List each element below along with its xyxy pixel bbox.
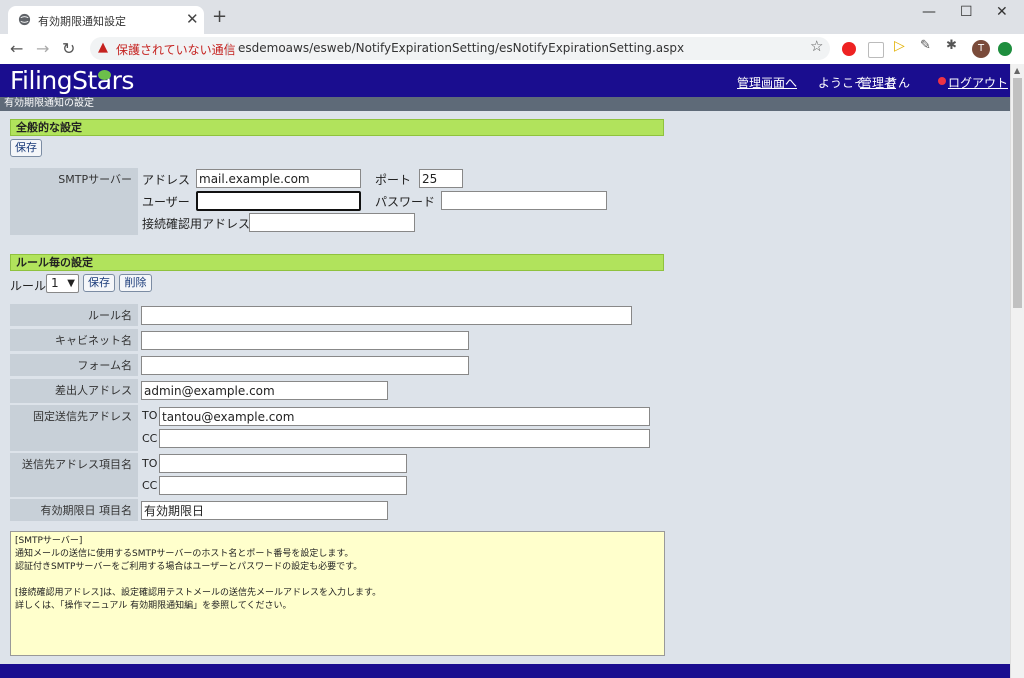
rule-label: ルール [10,279,47,293]
general-section-title: 全般的な設定 [10,119,664,136]
url-text: esdemoaws/esweb/NotifyExpirationSetting/… [238,41,685,55]
insecure-label: 保護されていない通信 [116,43,236,57]
help-line: 通知メールの送信に使用するSMTPサーバーのホスト名とポート番号を設定します。 [15,549,354,559]
page-scrollbar[interactable]: ▲ [1010,64,1024,678]
password-label: パスワード [375,195,436,209]
sender-label: 差出人アドレス [10,379,138,403]
dest-field-label: 送信先アドレス項目名 [10,453,138,497]
logout-icon [938,77,946,85]
expiry-label: 有効期限日 項目名 [10,499,138,521]
welcome-prefix: ようこそ [818,76,867,90]
cabinet-label: キャビネット名 [10,329,138,351]
app-header: FilingStars 管理画面へ ようこそ 管理者 さん ログアウト [0,64,1010,97]
dest-cc-label: CC [142,479,158,492]
rule-select[interactable]: 1 ▼ [46,274,79,293]
browser-tabbar: 有効期限通知設定 ✕ + — ☐ ✕ [0,0,1024,34]
chevron-down-icon: ▼ [67,278,75,289]
form-input[interactable] [141,356,469,375]
rule-name-label: ルール名 [10,304,138,326]
warning-icon: ▲ [98,40,108,55]
rule-select-value: 1 [51,276,59,290]
fixed-to-input[interactable] [159,407,650,426]
fixed-dest-label: 固定送信先アドレス [10,405,138,451]
general-save-button[interactable]: 保存 [10,139,42,157]
help-box: [SMTPサーバー] 通知メールの送信に使用するSMTPサーバーのホスト名とポー… [10,531,665,656]
tab-close-icon[interactable]: ✕ [186,10,199,28]
browser-tab[interactable]: 有効期限通知設定 ✕ [8,6,204,34]
port-label: ポート [375,173,412,187]
window-close-icon[interactable]: ✕ [996,4,1008,20]
dest-to-label: TO [142,457,158,470]
test-address-input[interactable] [249,213,415,232]
help-line: [SMTPサーバー] [15,536,83,546]
smtp-label: SMTPサーバー [10,168,138,235]
help-line: [接続確認用アドレス]は、設定確認用テストメールの送信先メールアドレスを入力しま… [15,588,382,598]
help-line [15,574,660,587]
update-icon[interactable] [998,42,1012,56]
user-label: ユーザー [142,195,190,209]
dest-to-input[interactable] [159,454,407,473]
fixed-to-label: TO [142,409,158,422]
minimize-icon[interactable]: — [922,4,936,20]
forward-icon[interactable]: → [36,39,49,58]
cabinet-input[interactable] [141,331,469,350]
fixed-cc-label: CC [142,432,158,445]
opera-extension-icon[interactable] [842,42,856,56]
rule-delete-button[interactable]: 削除 [119,274,152,292]
scroll-up-icon[interactable]: ▲ [1014,66,1020,75]
new-tab-icon[interactable]: + [212,6,227,27]
globe-icon [18,13,31,26]
puzzle-icon[interactable]: ✱ [946,38,960,53]
welcome-suffix: さん [886,76,911,90]
test-address-label: 接続確認用アドレス [142,217,251,231]
pen-extension-icon[interactable]: ✎ [920,38,934,53]
expiry-input[interactable] [141,501,388,520]
admin-link[interactable]: 管理画面へ [737,74,797,91]
rule-save-button[interactable]: 保存 [83,274,115,292]
page-title: 有効期限通知の設定 [0,97,1010,111]
dest-cc-input[interactable] [159,476,407,495]
reload-icon[interactable]: ↻ [62,39,75,58]
separator: | [226,41,231,55]
back-icon[interactable]: ← [10,39,23,58]
sender-input[interactable] [141,381,388,400]
rule-name-input[interactable] [141,306,632,325]
form-label: フォーム名 [10,354,138,376]
smtp-address-input[interactable] [196,169,361,188]
bookmark-star-icon[interactable]: ☆ [810,37,823,55]
extension-box-icon[interactable] [868,42,884,58]
help-line: 詳しくは、「操作マニュアル 有効期限通知編」を参照してください。 [15,601,292,611]
logout-link[interactable]: ログアウト [948,74,1008,91]
scroll-thumb[interactable] [1013,78,1022,308]
logo-badge-icon [98,70,111,80]
help-line: 認証付きSMTPサーバーをご利用する場合はユーザーとパスワードの設定も必要です。 [15,562,363,572]
address-bar[interactable]: ▲ 保護されていない通信 | esdemoaws/esweb/NotifyExp… [90,37,830,60]
browser-toolbar: ← → ↻ ▲ 保護されていない通信 | esdemoaws/esweb/Not… [0,34,1024,65]
rules-section-title: ルール毎の設定 [10,254,664,271]
maximize-icon[interactable]: ☐ [960,4,973,20]
smtp-user-input[interactable] [196,191,361,211]
app-logo[interactable]: FilingStars [10,66,134,95]
smtp-password-input[interactable] [441,191,607,210]
app-footer-bar [0,664,1010,678]
address-label: アドレス [142,173,191,187]
fixed-cc-input[interactable] [159,429,650,448]
smtp-port-input[interactable] [419,169,463,188]
play-extension-icon[interactable]: ▷ [894,38,908,54]
profile-avatar[interactable]: T [972,40,990,58]
tab-title: 有効期限通知設定 [38,15,126,28]
